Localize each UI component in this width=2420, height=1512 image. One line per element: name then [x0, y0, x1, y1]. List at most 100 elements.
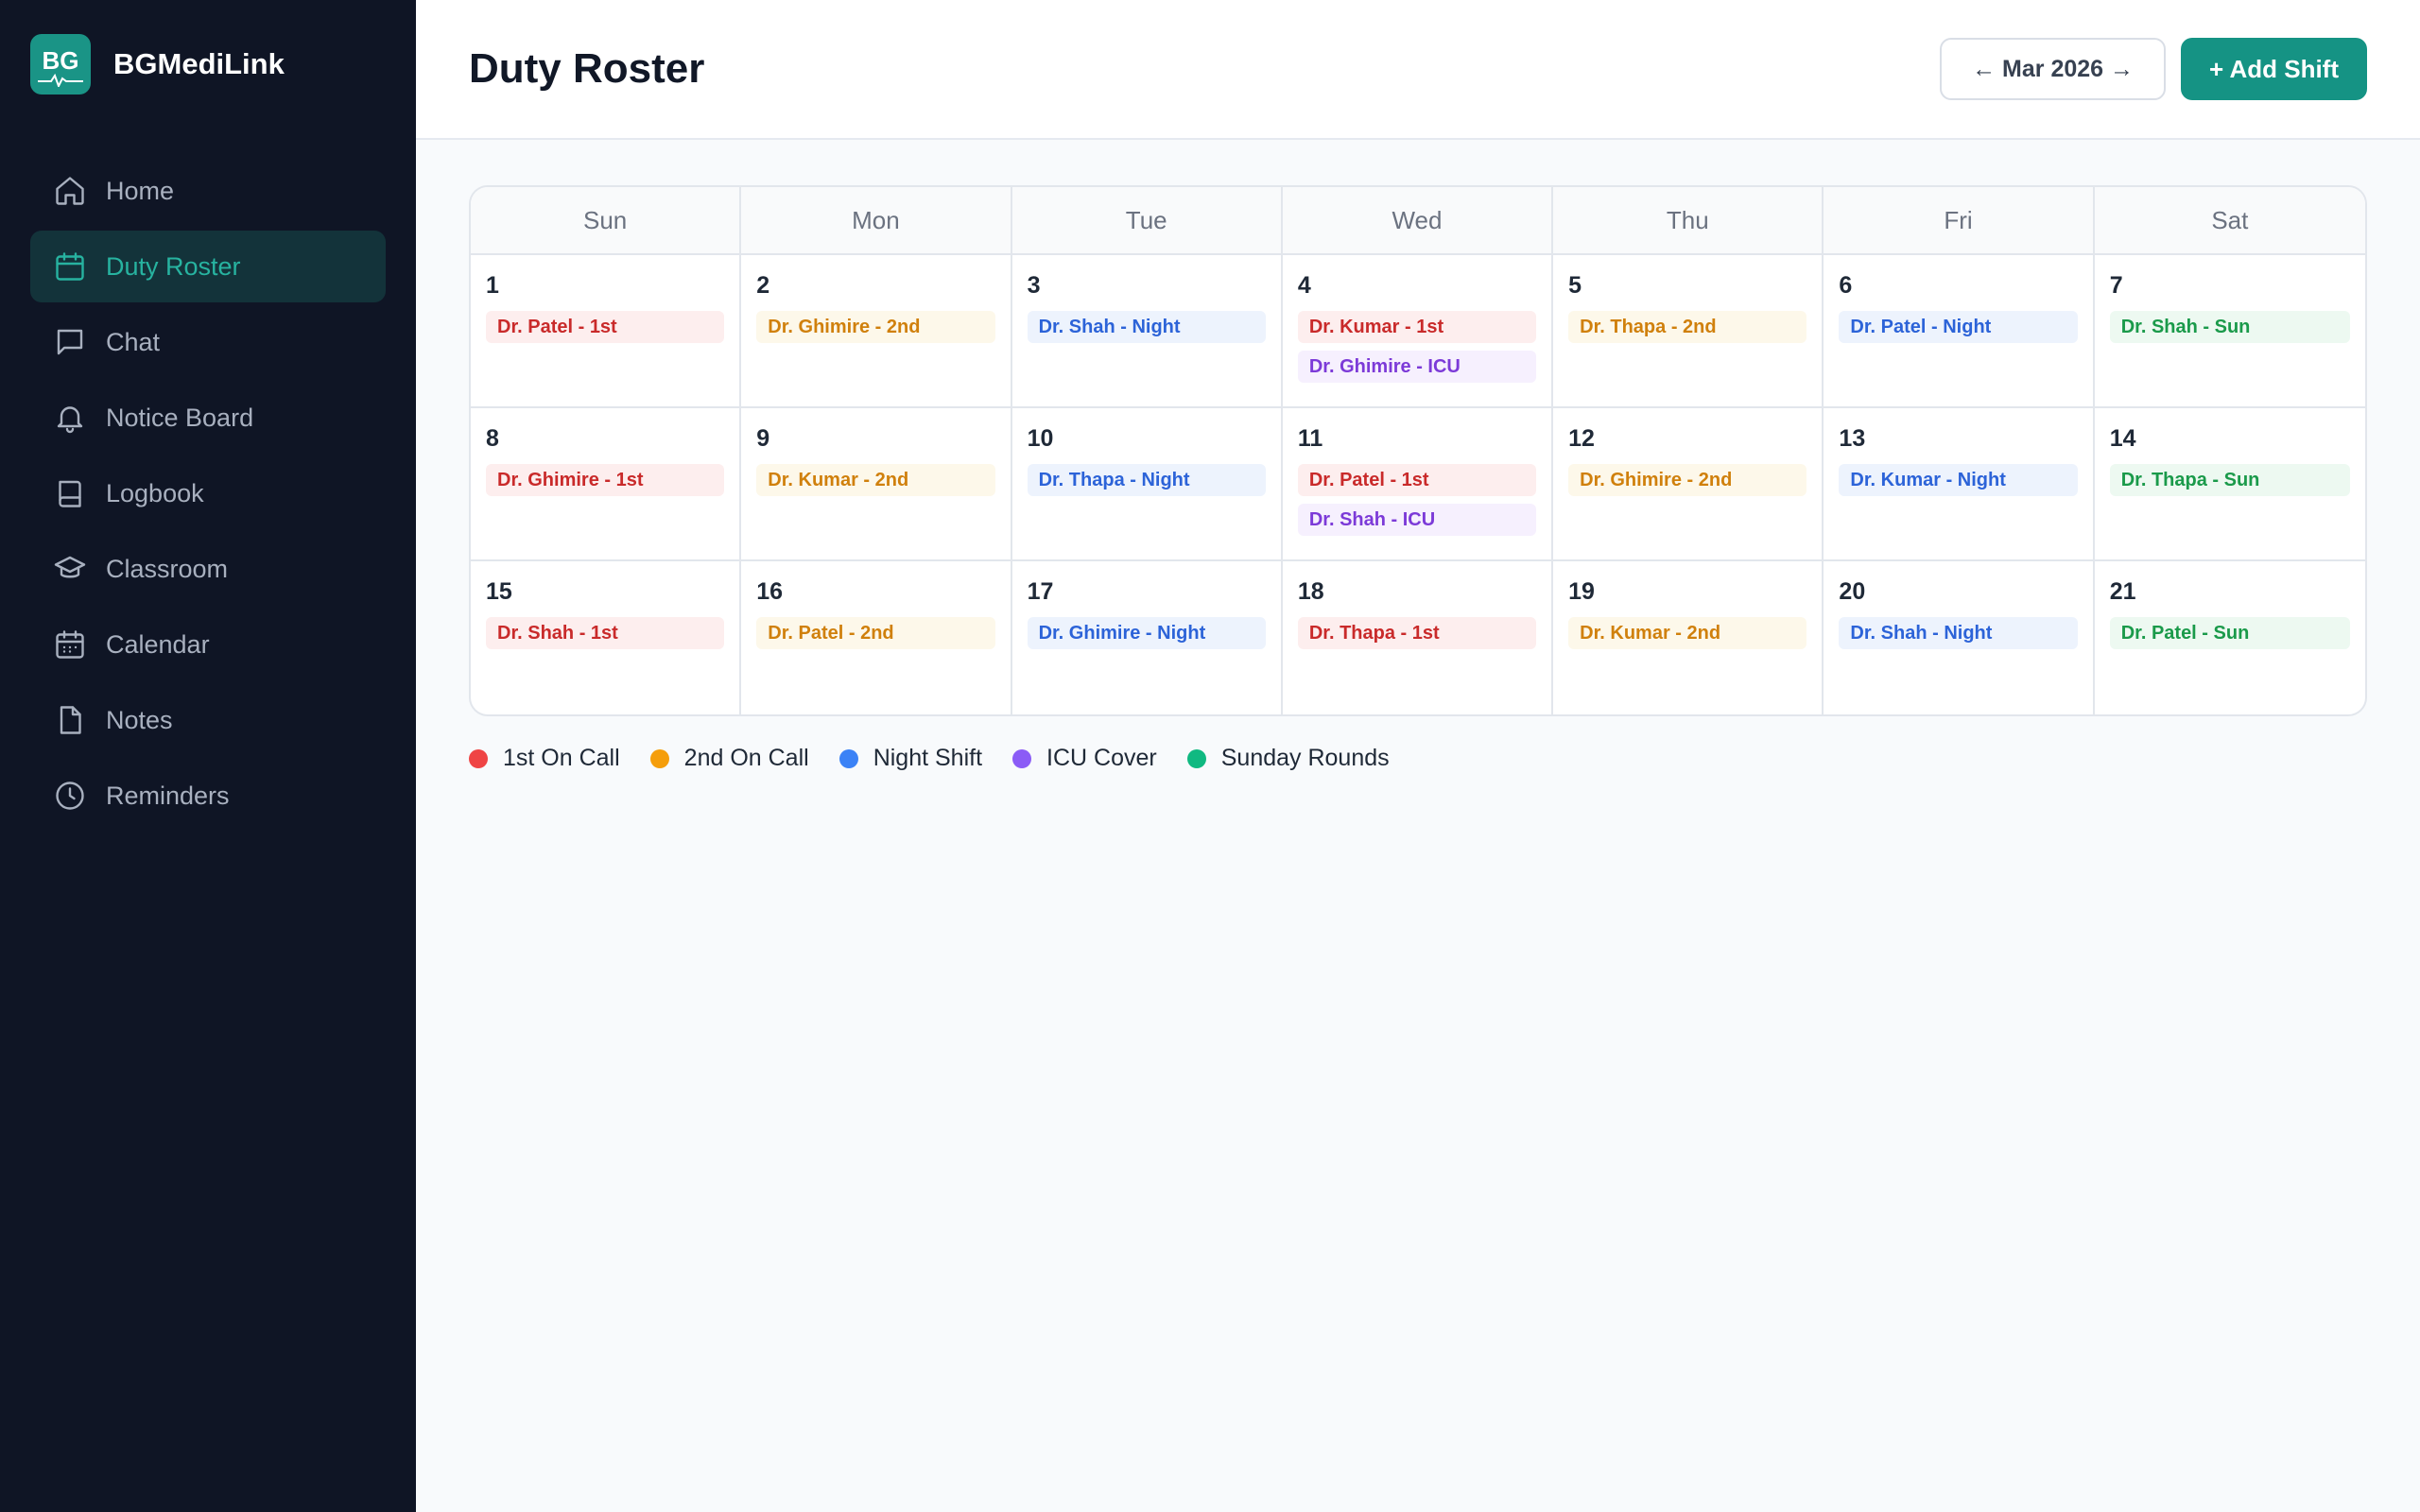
sidebar-item-classroom[interactable]: Classroom — [30, 533, 386, 605]
day-cell[interactable]: 13 Dr. Kumar - Night — [1824, 408, 2095, 561]
weekday-header: Tue — [1011, 187, 1283, 255]
sidebar-item-label: Classroom — [106, 554, 229, 583]
calendar-grid-icon — [56, 630, 84, 659]
shift-chip[interactable]: Dr. Ghimire - Night — [1027, 617, 1266, 649]
day-cell[interactable]: 8 Dr. Ghimire - 1st — [471, 408, 742, 561]
shift-chip[interactable]: Dr. Shah - Night — [1027, 311, 1266, 343]
day-cell[interactable]: 10 Dr. Thapa - Night — [1011, 408, 1283, 561]
add-shift-button[interactable]: + Add Shift — [2181, 38, 2367, 100]
day-cell[interactable]: 15 Dr. Shah - 1st — [471, 561, 742, 714]
day-number: 9 — [756, 425, 770, 452]
day-number: 1 — [486, 272, 499, 299]
month-navigator-button[interactable]: ← Mar 2026 → — [1940, 38, 2167, 100]
sidebar-item-notice-board[interactable]: Notice Board — [30, 382, 386, 454]
shift-legend: 1st On Call 2nd On Call Night Shift ICU Cov… — [469, 745, 2367, 772]
shift-chip[interactable]: Dr. Patel - 2nd — [756, 617, 995, 649]
calendar-grid: 1 Dr. Patel - 1st 2 Dr. Ghimire - 2nd 3 Dr. S… — [471, 255, 2365, 714]
day-cell[interactable]: 18 Dr. Thapa - 1st — [1283, 561, 1554, 714]
day-cell[interactable]: 7 Dr. Shah - Sun — [2094, 255, 2365, 408]
shift-chip[interactable]: Dr. Thapa - 2nd — [1568, 311, 1807, 343]
day-cell[interactable]: 9 Dr. Kumar - 2nd — [741, 408, 1012, 561]
day-number: 12 — [1568, 425, 1595, 452]
shift-chip[interactable]: Dr. Thapa - Night — [1027, 464, 1266, 496]
shift-chip[interactable]: Dr. Ghimire - ICU — [1297, 351, 1537, 383]
roster-content: Sun Mon Tue Wed Thu Fri Sat 1 Dr. Patel - 1st 2 D… — [416, 140, 2420, 817]
shift-chip[interactable]: Dr. Kumar - 2nd — [756, 464, 995, 496]
day-number: 3 — [1027, 272, 1041, 299]
legend-dot — [649, 748, 669, 768]
shift-chip[interactable]: Dr. Kumar - 2nd — [1568, 617, 1807, 649]
day-cell[interactable]: 17 Dr. Ghimire - Night — [1012, 561, 1283, 714]
weekday-header-row: Sun Mon Tue Wed Thu Fri Sat — [471, 187, 2365, 255]
day-number: 5 — [1568, 272, 1582, 299]
day-cell[interactable]: 21 Dr. Patel - Sun — [2095, 561, 2365, 714]
weekday-header: Sun — [471, 187, 742, 255]
legend-item: Sunday Rounds — [1186, 745, 1390, 772]
legend-label: ICU Cover — [1046, 745, 1157, 771]
roster-calendar: Sun Mon Tue Wed Thu Fri Sat 1 Dr. Patel - 1st 2 D… — [469, 185, 2367, 716]
file-icon — [60, 706, 81, 734]
legend-dot — [1012, 748, 1032, 768]
shift-chip[interactable]: Dr. Patel - Sun — [2109, 617, 2350, 649]
shift-chip[interactable]: Dr. Ghimire - 2nd — [1568, 464, 1807, 496]
sidebar-item-label: Chat — [106, 327, 161, 356]
book-icon — [59, 480, 81, 507]
day-number: 18 — [1297, 578, 1324, 605]
day-number: 15 — [486, 578, 512, 605]
shift-chip[interactable]: Dr. Ghimire - 2nd — [756, 311, 995, 343]
sidebar-item-label: Notes — [106, 705, 173, 734]
day-number: 16 — [756, 578, 784, 605]
sidebar-item-reminders[interactable]: Reminders — [30, 760, 386, 832]
legend-label: Night Shift — [873, 745, 983, 771]
sidebar-item-notes[interactable]: Notes — [30, 684, 386, 756]
shift-chip[interactable]: Dr. Thapa - 1st — [1297, 617, 1537, 649]
sidebar-nav: Home Duty Roster Chat Notice Board Logbo… — [30, 155, 386, 832]
day-cell[interactable]: 14 Dr. Thapa - Sun — [2094, 408, 2365, 561]
sidebar-item-home[interactable]: Home — [30, 155, 386, 227]
day-cell[interactable]: 4 Dr. Kumar - 1st Dr. Ghimire - ICU — [1282, 255, 1554, 408]
sidebar-item-duty-roster[interactable]: Duty Roster — [30, 231, 386, 302]
main-area: Duty Roster ← Mar 2026 → + Add Shift Sun… — [416, 0, 2420, 1512]
shift-chip[interactable]: Dr. Patel - 1st — [1297, 464, 1537, 496]
day-cell[interactable]: 1 Dr. Patel - 1st — [471, 255, 742, 408]
day-number: 19 — [1568, 578, 1595, 605]
shift-chip[interactable]: Dr. Patel - Night — [1839, 311, 2078, 343]
sidebar-item-label: Notice Board — [106, 403, 254, 432]
sidebar-item-label: Logbook — [106, 478, 204, 507]
day-cell[interactable]: 11 Dr. Patel - 1st Dr. Shah - ICU — [1282, 408, 1554, 561]
day-cell[interactable]: 19 Dr. Kumar - 2nd — [1553, 561, 1824, 714]
shift-chip[interactable]: Dr. Shah - ICU — [1297, 504, 1537, 536]
chat-icon — [57, 329, 83, 355]
shift-chip[interactable]: Dr. Thapa - Sun — [2109, 464, 2350, 496]
shift-chip[interactable]: Dr. Shah - Night — [1839, 617, 2078, 649]
bell-icon — [57, 406, 83, 434]
day-number: 2 — [756, 272, 770, 299]
day-cell[interactable]: 6 Dr. Patel - Night — [1824, 255, 2095, 408]
weekday-header: Wed — [1282, 187, 1554, 255]
sidebar-item-calendar[interactable]: Calendar — [30, 609, 386, 680]
sidebar-item-logbook[interactable]: Logbook — [30, 457, 386, 529]
home-icon — [56, 177, 84, 205]
graduation-cap-icon — [54, 556, 86, 578]
brand[interactable]: BG BGMediLink — [30, 34, 386, 94]
shift-chip[interactable]: Dr. Kumar - Night — [1839, 464, 2078, 496]
day-cell[interactable]: 2 Dr. Ghimire - 2nd — [741, 255, 1012, 408]
clock-icon — [56, 782, 84, 810]
logo-text: BG — [42, 46, 79, 75]
day-number: 11 — [1297, 425, 1323, 452]
day-cell[interactable]: 20 Dr. Shah - Night — [1824, 561, 2095, 714]
day-number: 13 — [1839, 425, 1866, 452]
day-cell[interactable]: 3 Dr. Shah - Night — [1011, 255, 1283, 408]
shift-chip[interactable]: Dr. Kumar - 1st — [1297, 311, 1537, 343]
shift-chip[interactable]: Dr. Ghimire - 1st — [486, 464, 725, 496]
legend-label: 1st On Call — [503, 745, 620, 771]
day-number: 7 — [2109, 272, 2123, 299]
shift-chip[interactable]: Dr. Patel - 1st — [486, 311, 725, 343]
day-cell[interactable]: 16 Dr. Patel - 2nd — [741, 561, 1012, 714]
shift-chip[interactable]: Dr. Shah - 1st — [486, 617, 725, 649]
shift-chip[interactable]: Dr. Shah - Sun — [2109, 311, 2350, 343]
day-cell[interactable]: 12 Dr. Ghimire - 2nd — [1553, 408, 1824, 561]
calendar-icon — [56, 252, 84, 281]
sidebar-item-chat[interactable]: Chat — [30, 306, 386, 378]
day-cell[interactable]: 5 Dr. Thapa - 2nd — [1553, 255, 1824, 408]
